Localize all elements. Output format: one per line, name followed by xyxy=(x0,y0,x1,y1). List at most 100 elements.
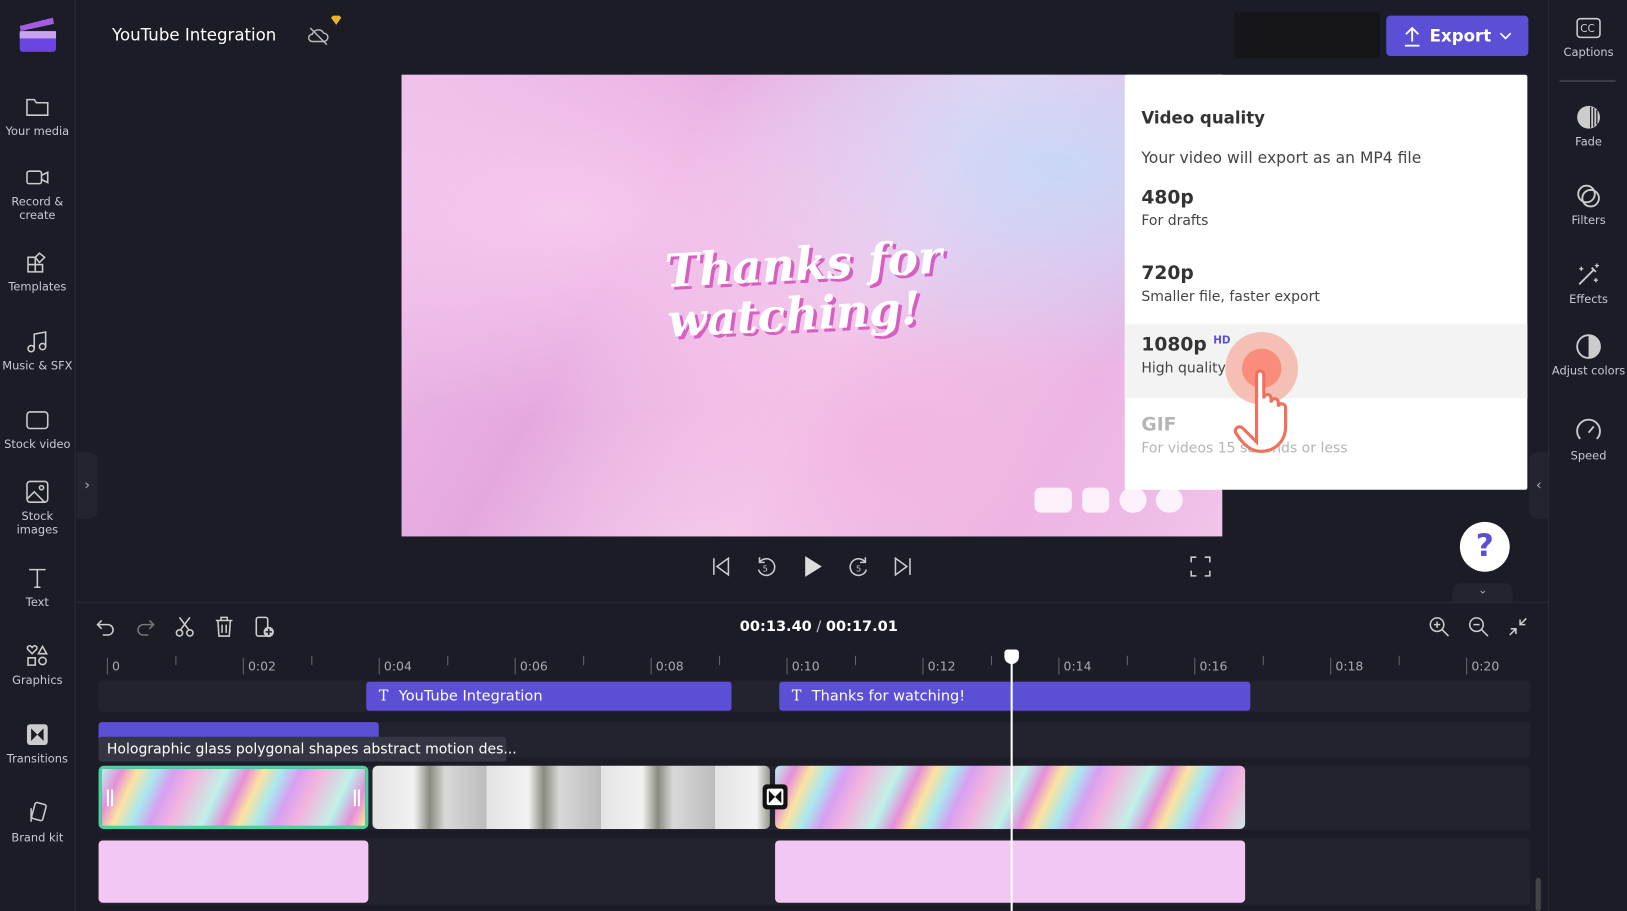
sidebar-item-graphics[interactable]: Graphics xyxy=(0,642,75,687)
sidebar-item-stock-video[interactable]: Stock video xyxy=(0,407,75,452)
clip-tooltip: Holographic glass polygonal shapes abstr… xyxy=(98,736,517,762)
sidebar-label: Stock video xyxy=(4,437,71,452)
skip-to-end-icon[interactable] xyxy=(890,554,915,579)
fade-icon xyxy=(1577,105,1600,129)
panel-item-speed[interactable]: Speed xyxy=(1549,418,1627,463)
option-name: 1080p xyxy=(1141,334,1207,356)
right-panel: CC Captions Fade Filters Effects Adjust c… xyxy=(1548,0,1627,911)
text-clip-label: Thanks for watching! xyxy=(811,687,966,705)
zoom-in-icon[interactable] xyxy=(1428,615,1451,638)
rewind-5s-icon[interactable]: 5 xyxy=(753,554,778,579)
ruler-minor-tick xyxy=(1126,655,1128,666)
ruler-tick-label: 0:04 xyxy=(378,657,412,675)
option-gif[interactable]: GIF For videos 15 seconds or less xyxy=(1125,404,1528,479)
redo-icon[interactable] xyxy=(134,615,157,638)
sidebar-label: Text xyxy=(25,595,49,610)
zoom-out-icon[interactable] xyxy=(1467,615,1490,638)
sidebar-label: Transitions xyxy=(6,752,68,766)
time-separator: / xyxy=(811,618,826,636)
scissors-icon[interactable] xyxy=(173,615,196,638)
option-desc: Smaller file, faster export xyxy=(1141,288,1320,306)
sidebar-item-text[interactable]: Text xyxy=(0,564,75,609)
ruler-tick-label: 0:20 xyxy=(1466,657,1499,675)
expand-right-panel-button[interactable]: ‹ xyxy=(1529,452,1549,519)
export-button[interactable]: Export xyxy=(1386,15,1529,57)
playhead[interactable] xyxy=(1004,649,1019,911)
fullscreen-icon[interactable] xyxy=(1188,554,1213,579)
play-icon[interactable] xyxy=(800,554,825,579)
export-quality-menu: Video quality Your video will export as … xyxy=(1124,74,1528,490)
total-time: 00:17.01 xyxy=(825,618,898,636)
panel-item-effects[interactable]: Effects xyxy=(1549,261,1627,306)
expand-sidebar-button[interactable]: › xyxy=(76,452,98,519)
option-1080p[interactable]: 1080p HD High quality xyxy=(1124,323,1528,399)
header-blank-area xyxy=(1234,12,1381,59)
ruler-tick-label: 0:14 xyxy=(1058,657,1092,675)
templates-icon xyxy=(27,252,46,273)
sidebar-label: Graphics xyxy=(12,673,63,687)
panel-label: Speed xyxy=(1570,449,1607,463)
trim-handle-right[interactable] xyxy=(353,789,361,807)
sidebar-item-templates[interactable]: Templates xyxy=(0,249,75,294)
sidebar-item-your-media[interactable]: Your media xyxy=(0,93,75,138)
sidebar-label: Brand kit xyxy=(11,831,64,845)
timeline-ruler[interactable]: 0 0:02 0:04 0:06 0:08 0:10 0:12 0:14 0:16 0:18 0:2… xyxy=(95,652,1531,679)
sidebar-item-brand-kit[interactable]: Brand kit xyxy=(0,800,75,845)
ruler-tick-label: 0 xyxy=(106,657,120,675)
skip-to-start-icon[interactable] xyxy=(709,554,734,579)
panel-item-adjust-colors[interactable]: Adjust colors xyxy=(1549,333,1627,378)
sidebar-label: Your media xyxy=(5,124,70,139)
help-button[interactable]: ? xyxy=(1459,521,1510,572)
trash-icon[interactable] xyxy=(213,615,236,638)
playhead-handle[interactable] xyxy=(1004,649,1019,665)
ruler-tick-label: 0:18 xyxy=(1330,657,1363,675)
text-clip[interactable]: T YouTube Integration xyxy=(366,681,732,711)
ruler-tick-label: 0:02 xyxy=(242,657,276,675)
video-preview[interactable]: Thanks for watching! xyxy=(401,74,1223,537)
menu-heading: Video quality xyxy=(1141,107,1265,128)
text-clip-icon: T xyxy=(378,687,389,705)
option-480p[interactable]: 480p For drafts xyxy=(1125,176,1528,251)
filters-icon xyxy=(1577,184,1600,208)
panel-item-captions[interactable]: CC Captions xyxy=(1549,15,1627,60)
panel-item-filters[interactable]: Filters xyxy=(1549,183,1627,227)
svg-text:CC: CC xyxy=(1580,23,1594,35)
fit-timeline-icon[interactable] xyxy=(1507,615,1530,638)
collapse-preview-button[interactable]: ⌄ xyxy=(1452,583,1513,602)
current-time: 00:13.40 xyxy=(739,618,812,636)
video-clip[interactable] xyxy=(372,765,770,830)
project-title[interactable]: YouTube Integration xyxy=(112,25,276,45)
option-desc: For drafts xyxy=(1141,212,1209,230)
panel-item-fade[interactable]: Fade xyxy=(1549,104,1627,148)
speedometer-icon xyxy=(1576,418,1601,440)
option-name: 480p xyxy=(1141,186,1194,209)
undo-icon[interactable] xyxy=(94,615,117,638)
panel-label: Captions xyxy=(1563,45,1614,60)
panel-divider xyxy=(1559,79,1616,82)
add-to-timeline-icon[interactable] xyxy=(253,615,276,638)
sidebar-item-stock-images[interactable]: Stock images xyxy=(0,478,75,536)
text-clip[interactable]: T Thanks for watching! xyxy=(779,681,1251,711)
sidebar-item-music-sfx[interactable]: Music & SFX xyxy=(0,328,75,372)
timeline-scrollbar[interactable] xyxy=(1535,877,1541,911)
option-720p[interactable]: 720p Smaller file, faster export xyxy=(1125,252,1528,327)
contrast-icon xyxy=(1576,334,1601,359)
premium-gem-icon xyxy=(330,15,342,25)
audio-clip[interactable] xyxy=(98,840,369,903)
left-sidebar: Your media Record & create Templates Mus… xyxy=(0,0,76,911)
sidebar-label: Stock images xyxy=(16,509,59,537)
transition-icon[interactable] xyxy=(762,783,789,810)
ruler-tick-label: 0:08 xyxy=(650,657,684,675)
ruler-minor-tick xyxy=(854,655,856,666)
text-clip-label: YouTube Integration xyxy=(398,687,543,705)
forward-5s-icon[interactable]: 5 xyxy=(847,554,872,579)
trim-handle-left[interactable] xyxy=(106,789,114,807)
preview-overlay-text: Thanks for watching! xyxy=(663,231,944,349)
video-clip-selected[interactable] xyxy=(98,765,369,830)
camera-icon xyxy=(26,170,49,185)
cloud-offline-icon[interactable] xyxy=(307,25,330,48)
option-desc: For videos 15 seconds or less xyxy=(1141,439,1348,457)
sidebar-item-record-create[interactable]: Record & create xyxy=(0,164,75,222)
sidebar-item-transitions[interactable]: Transitions xyxy=(0,721,75,766)
export-label: Export xyxy=(1429,25,1492,46)
